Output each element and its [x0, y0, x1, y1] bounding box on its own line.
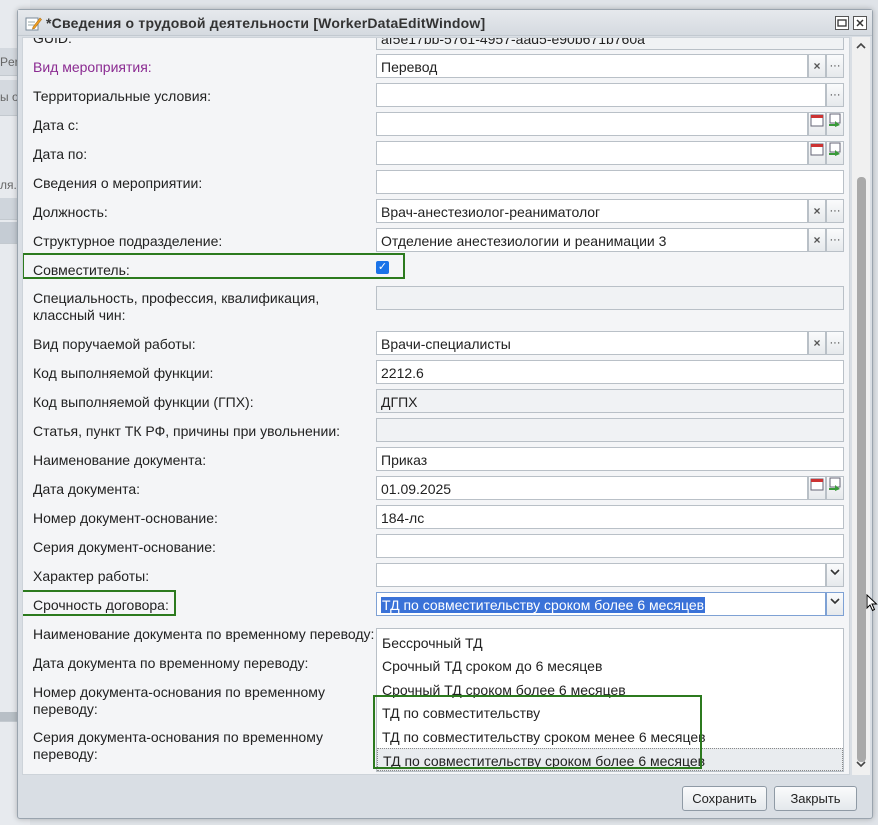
- chevron-down-icon: [856, 761, 866, 768]
- scroll-thumb[interactable]: [857, 177, 866, 762]
- calendar-arrow-icon: [829, 477, 841, 491]
- event-type-more-button[interactable]: ···: [826, 54, 844, 78]
- window-footer: Сохранить Закрыть: [18, 778, 872, 818]
- function-code-label: Код выполняемой функции:: [33, 365, 214, 381]
- event-info-field[interactable]: [376, 170, 844, 194]
- dismissal-article-field[interactable]: [376, 418, 844, 442]
- dropdown-option[interactable]: Бессрочный ТД: [377, 631, 843, 654]
- scroll-up-button[interactable]: [855, 41, 867, 53]
- scroll-down-button[interactable]: [855, 759, 867, 771]
- dismissal-article-label: Статья, пункт ТК РФ, причины при увольне…: [33, 423, 341, 439]
- document-date-field[interactable]: 01.09.2025: [376, 476, 808, 500]
- basis-series-field[interactable]: [376, 534, 844, 558]
- chevron-down-icon: [830, 598, 840, 605]
- dropdown-option[interactable]: ТД по совместительству: [377, 701, 843, 724]
- territorial-conditions-field[interactable]: [376, 83, 826, 107]
- position-label: Должность:: [33, 204, 108, 220]
- contract-term-selected-text: ТД по совместительству сроком более 6 ме…: [381, 597, 706, 613]
- function-code-gph-field[interactable]: ДГПХ: [376, 389, 844, 413]
- edit-window-icon: [25, 17, 42, 31]
- form-scrollbar[interactable]: [852, 37, 870, 775]
- calendar-icon: [810, 478, 824, 491]
- contract-term-dropdown-list: Бессрочный ТД Срочный ТД сроком до 6 мес…: [376, 628, 844, 772]
- worker-data-edit-window: *Сведения о трудовой деятельности [Worke…: [17, 9, 873, 819]
- temp-basis-series-label: Серия документа-основания по временному …: [33, 729, 324, 762]
- background-fragment: ы о: [0, 90, 19, 104]
- date-to-today-button[interactable]: [826, 141, 844, 165]
- event-type-field[interactable]: Перевод: [376, 54, 808, 78]
- basis-series-label: Серия документ-основание:: [33, 539, 216, 555]
- event-type-clear-button[interactable]: ×: [808, 54, 826, 78]
- document-name-field[interactable]: Приказ: [376, 447, 844, 471]
- date-to-label: Дата по:: [33, 146, 88, 162]
- basis-number-field[interactable]: 184-лс: [376, 505, 844, 529]
- function-code-field[interactable]: 2212.6: [376, 360, 844, 384]
- date-to-calendar-button[interactable]: [808, 141, 826, 165]
- mouse-pointer-icon: [866, 594, 878, 612]
- department-more-button[interactable]: ···: [826, 228, 844, 252]
- window-title: *Сведения о трудовой деятельности [Worke…: [46, 15, 486, 31]
- contract-term-select[interactable]: ТД по совместительству сроком более 6 ме…: [376, 592, 826, 616]
- work-type-clear-button[interactable]: ×: [808, 331, 826, 355]
- dropdown-option[interactable]: Срочный ТД сроком более 6 месяцев: [377, 678, 843, 701]
- dropdown-option[interactable]: ТД по совместительству сроком менее 6 ме…: [377, 725, 843, 748]
- temp-basis-number-label: Номер документа-основания по временному …: [33, 684, 326, 717]
- basis-number-label: Номер документ-основание:: [33, 510, 218, 526]
- date-from-calendar-button[interactable]: [808, 112, 826, 136]
- maximize-icon: [837, 19, 847, 27]
- work-character-label: Характер работы:: [33, 568, 150, 584]
- document-date-calendar-button[interactable]: [808, 476, 826, 500]
- position-clear-button[interactable]: ×: [808, 199, 826, 223]
- position-more-button[interactable]: ···: [826, 199, 844, 223]
- calendar-icon: [810, 143, 824, 156]
- specialty-field[interactable]: [376, 286, 844, 310]
- document-name-label: Наименование документа:: [33, 452, 207, 468]
- territorial-conditions-label: Территориальные условия:: [33, 88, 211, 104]
- maximize-button[interactable]: [835, 16, 849, 30]
- close-window-button[interactable]: [853, 16, 867, 30]
- close-button[interactable]: Закрыть: [774, 786, 857, 811]
- work-character-dropdown-button[interactable]: [826, 563, 844, 587]
- form-panel: GUID: af5e17bb-5761-4957-aad5-e90b671b76…: [22, 37, 850, 775]
- department-field[interactable]: Отделение анестезиологии и реанимации 3: [376, 228, 808, 252]
- date-from-today-button[interactable]: [826, 112, 844, 136]
- date-from-field[interactable]: [376, 112, 808, 136]
- calendar-icon: [810, 114, 824, 127]
- temp-doc-date-label: Дата документа по временному переводу:: [33, 655, 309, 671]
- event-info-label: Сведения о мероприятии:: [33, 175, 203, 191]
- guid-label: GUID:: [33, 37, 72, 46]
- document-date-label: Дата документа:: [33, 481, 141, 497]
- contract-term-dropdown-button[interactable]: [826, 592, 844, 616]
- save-button[interactable]: Сохранить: [682, 786, 767, 811]
- date-from-label: Дата с:: [33, 117, 79, 133]
- document-date-today-button[interactable]: [826, 476, 844, 500]
- chevron-up-icon: [856, 42, 866, 49]
- temp-doc-name-label: Наименование документа по временному пер…: [33, 626, 375, 642]
- part-time-label: Совместитель:: [33, 262, 130, 278]
- dropdown-option-selected[interactable]: ТД по совместительству сроком более 6 ме…: [377, 748, 843, 771]
- work-character-select[interactable]: [376, 563, 826, 587]
- department-clear-button[interactable]: ×: [808, 228, 826, 252]
- guid-field[interactable]: af5e17bb-5761-4957-aad5-e90b671b760a: [376, 38, 844, 50]
- department-label: Структурное подразделение:: [33, 233, 223, 249]
- event-type-label: Вид мероприятия:: [33, 59, 152, 75]
- chevron-down-icon: [830, 569, 840, 576]
- territorial-conditions-more-button[interactable]: ···: [826, 83, 844, 107]
- part-time-checkbox[interactable]: ✓: [376, 261, 389, 274]
- window-titlebar[interactable]: *Сведения о трудовой деятельности [Worke…: [18, 10, 872, 36]
- function-code-gph-label: Код выполняемой функции (ГПХ):: [33, 394, 254, 410]
- calendar-arrow-icon: [829, 113, 841, 127]
- date-to-field[interactable]: [376, 141, 808, 165]
- dropdown-option[interactable]: Срочный ТД сроком до 6 месяцев: [377, 654, 843, 677]
- position-field[interactable]: Врач-анестезиолог-реаниматолог: [376, 199, 808, 223]
- contract-term-label: Срочность договора:: [33, 597, 169, 613]
- work-type-more-button[interactable]: ···: [826, 331, 844, 355]
- close-icon: [856, 19, 864, 27]
- work-type-field[interactable]: Врачи-специалисты: [376, 331, 808, 355]
- specialty-label: Специальность, профессия, квалификация, …: [33, 290, 320, 323]
- work-type-label: Вид поручаемой работы:: [33, 336, 196, 352]
- calendar-arrow-icon: [829, 142, 841, 156]
